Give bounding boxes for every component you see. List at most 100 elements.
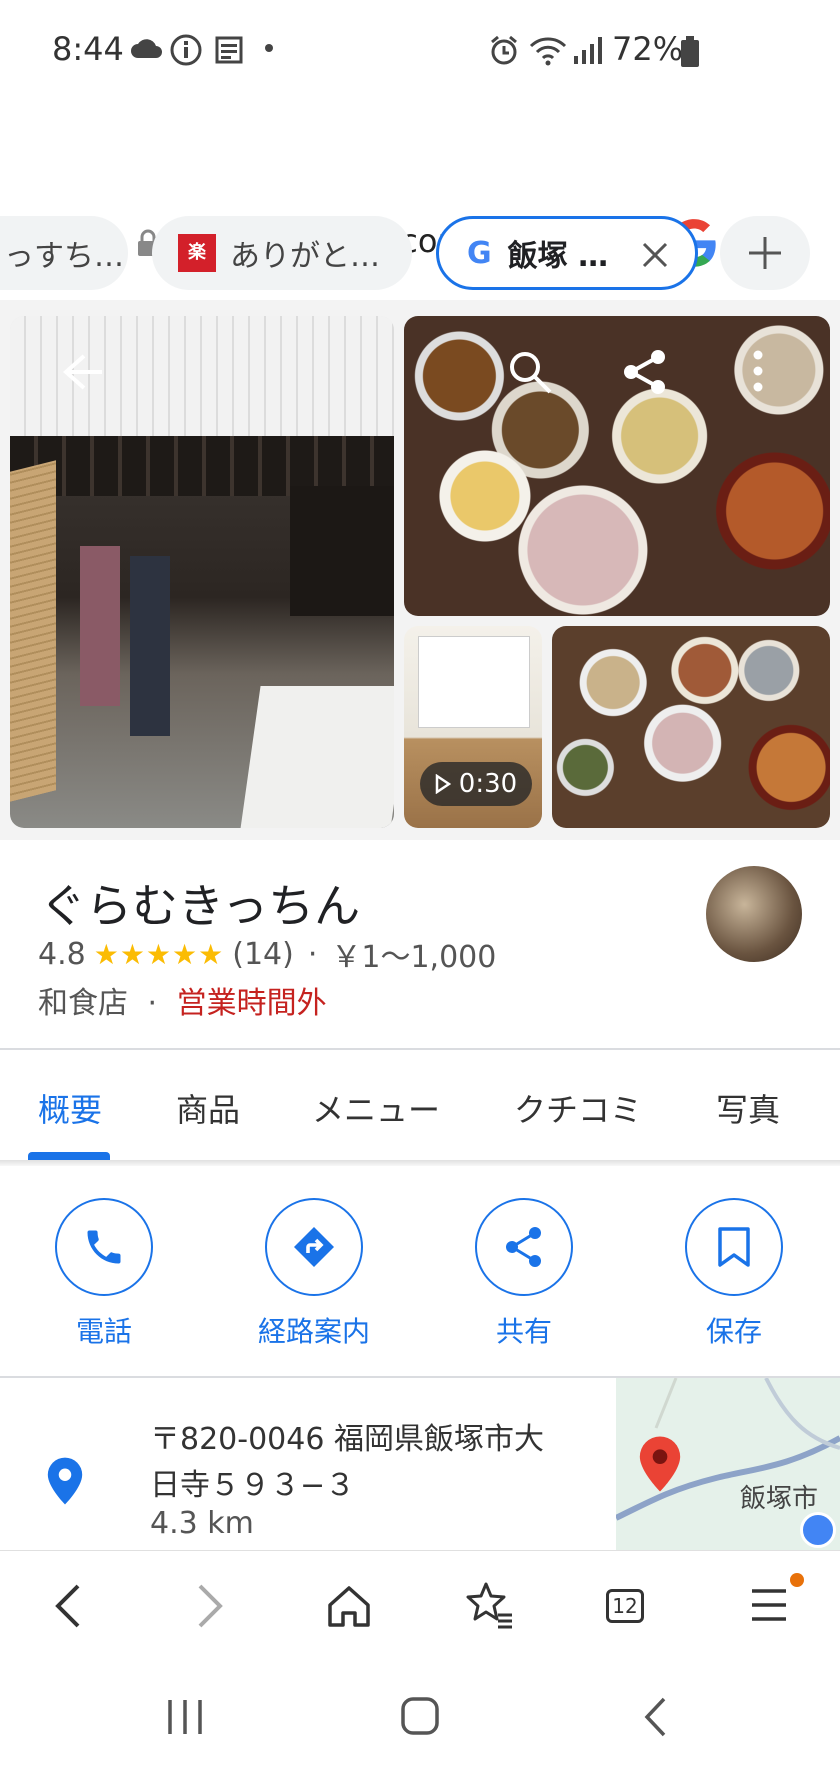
map-city-label: 飯塚市 <box>740 1484 819 1514</box>
plus-icon <box>749 237 781 269</box>
battery-icon <box>681 36 699 67</box>
alarm-icon <box>491 35 517 65</box>
signboard <box>239 686 394 828</box>
price-range: ￥1〜1,000 <box>331 940 497 975</box>
category: 和食店 <box>38 986 128 1021</box>
bookmark-icon <box>718 1227 750 1267</box>
tab-strip: っすち… 楽 ありがと… G 飯塚 … <box>0 210 840 300</box>
back-nav-icon[interactable] <box>642 1696 668 1738</box>
call-circle <box>55 1198 153 1296</box>
my-location-dot <box>800 1512 836 1548</box>
search-icon[interactable] <box>508 350 552 394</box>
photo-gallery: 0:30 <box>0 300 840 840</box>
google-favicon: G <box>467 235 492 271</box>
bamboo-blind <box>10 460 56 802</box>
home-nav-icon[interactable] <box>400 1696 440 1736</box>
directions-label: 経路案内 <box>257 1315 370 1348</box>
more-vert-icon[interactable] <box>752 350 764 392</box>
shop-sign <box>290 486 394 616</box>
system-navigation-bar <box>0 1660 840 1773</box>
tab-2[interactable]: 楽 ありがと… <box>152 216 412 290</box>
call-button[interactable]: 電話 <box>34 1198 174 1350</box>
storefront-photo[interactable] <box>10 316 394 828</box>
directions-circle <box>265 1198 363 1296</box>
back-arrow-icon[interactable] <box>62 352 106 392</box>
directions-icon <box>294 1227 334 1267</box>
category-row: 和食店 · 営業時間外 <box>38 978 327 1022</box>
tab-products[interactable]: 商品 <box>176 1085 240 1131</box>
location-pin-icon <box>47 1457 83 1505</box>
rating-row: 4.8 ★★★★★ (14) · ￥1〜1,000 <box>38 932 496 976</box>
tab-1[interactable]: っすち… <box>0 216 128 290</box>
share-icon <box>506 1227 541 1267</box>
hours-status[interactable]: 営業時間外 <box>177 986 327 1021</box>
close-tab-icon[interactable] <box>641 241 669 269</box>
tab-2-label: ありがと… <box>230 239 380 274</box>
map-marker-icon <box>639 1436 681 1492</box>
share-label: 共有 <box>495 1315 552 1348</box>
banner-navy <box>130 556 170 736</box>
share-icon[interactable] <box>622 348 668 396</box>
home-icon[interactable] <box>326 1583 372 1629</box>
video-thumbnail[interactable]: 0:30 <box>404 626 542 828</box>
site-favicon: 楽 <box>178 234 216 272</box>
browser-bottom-bar: 12 <box>0 1550 840 1661</box>
info-icon <box>170 34 202 66</box>
video-duration: 0:30 <box>458 769 518 799</box>
wifi-icon <box>529 37 567 66</box>
forward-icon[interactable] <box>196 1583 226 1629</box>
save-circle <box>685 1198 783 1296</box>
back-icon[interactable] <box>52 1583 82 1629</box>
review-count[interactable]: (14) <box>232 937 294 972</box>
tabs-button[interactable]: 12 <box>606 1585 648 1625</box>
share-place-button[interactable]: 共有 <box>454 1198 594 1350</box>
call-label: 電話 <box>75 1315 132 1348</box>
address-line-1: 〒820-0046 福岡県飯塚市大 <box>150 1422 544 1457</box>
signal-icon <box>574 37 602 64</box>
food-photo-1[interactable] <box>404 316 830 616</box>
share-circle <box>475 1198 573 1296</box>
status-bar: 8:44 72% <box>0 0 840 100</box>
separator: · <box>307 936 318 972</box>
place-name: ぐらむきっちん <box>40 879 361 933</box>
rating-value: 4.8 <box>38 936 86 972</box>
status-time: 8:44 <box>52 30 124 68</box>
notification-dot-icon <box>265 44 273 52</box>
save-button[interactable]: 保存 <box>664 1198 804 1350</box>
recent-apps-icon[interactable] <box>166 1698 204 1736</box>
address-line-2: 日寺５９３−３ <box>150 1468 356 1503</box>
place-thumbnail-avatar[interactable] <box>706 866 802 962</box>
divider <box>0 1048 840 1050</box>
tab-count: 12 <box>606 1589 644 1623</box>
tab-photos[interactable]: 写真 <box>716 1085 780 1131</box>
distance: 4.3 km <box>150 1506 254 1541</box>
new-tab-button[interactable] <box>720 216 810 290</box>
map-thumbnail[interactable]: 飯塚市 <box>616 1378 840 1550</box>
menu-icon <box>752 1589 786 1621</box>
battery-percent: 72% <box>612 30 684 68</box>
rating-stars-icon: ★★★★★ <box>93 937 225 971</box>
address-bar: www.google.com/search?q= <box>0 100 840 267</box>
bookmarks-icon[interactable] <box>464 1581 516 1631</box>
address-row[interactable]: 〒820-0046 福岡県飯塚市大 日寺５９３−３ 4.3 km 飯塚市 <box>0 1378 840 1550</box>
tab-1-label: っすち… <box>4 239 124 274</box>
save-label: 保存 <box>705 1315 762 1348</box>
phone-icon <box>87 1230 121 1264</box>
directions-button[interactable]: 経路案内 <box>244 1198 384 1350</box>
news-icon <box>215 36 243 64</box>
food-photo-2[interactable] <box>552 626 830 828</box>
tab-3-label: 飯塚 … <box>507 239 609 274</box>
cloud-icon <box>131 39 162 58</box>
menu-button[interactable] <box>750 1573 804 1627</box>
tab-3-active[interactable]: G 飯塚 … <box>436 216 698 290</box>
menu-badge <box>790 1573 804 1587</box>
separator: · <box>147 986 158 1021</box>
play-icon <box>435 774 451 794</box>
tab-menu[interactable]: メニュー <box>312 1085 440 1131</box>
banner-red <box>80 546 120 706</box>
video-duration-badge: 0:30 <box>420 762 532 806</box>
tab-reviews[interactable]: クチコミ <box>514 1085 642 1131</box>
menu-board <box>418 636 530 728</box>
tab-overview[interactable]: 概要 <box>38 1085 102 1131</box>
tabs-shadow <box>0 1160 840 1166</box>
